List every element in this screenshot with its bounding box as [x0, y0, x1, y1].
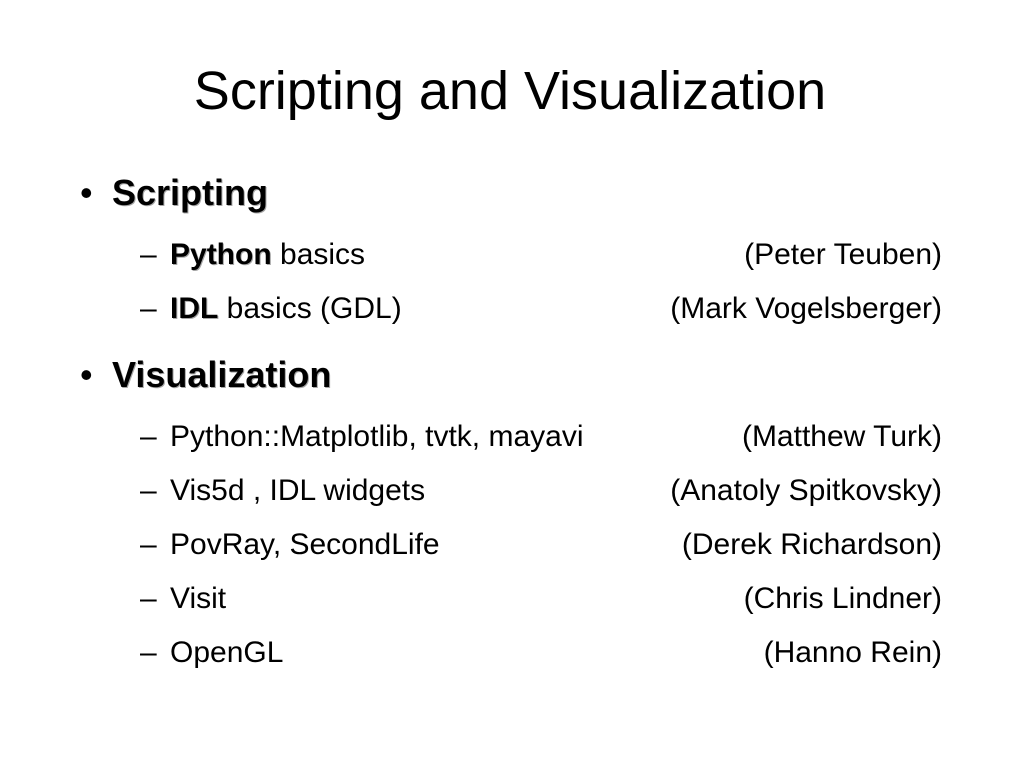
item-author: (Mark Vogelsberger) — [670, 282, 950, 336]
list-item: – OpenGL (Hanno Rein) — [140, 626, 950, 680]
item-topic-rest: basics — [272, 238, 365, 271]
item-author: (Hanno Rein) — [764, 626, 950, 680]
list-item: – PovRay, SecondLife (Derek Richardson) — [140, 518, 950, 572]
item-author: (Derek Richardson) — [682, 518, 950, 572]
item-author: (Matthew Turk) — [742, 410, 950, 464]
section-scripting: • Scripting – Python basics (Peter Teube… — [80, 172, 950, 336]
item-topic: Visit — [170, 572, 744, 626]
item-topic-rest: Visit — [170, 582, 226, 615]
section-visualization: • Visualization – Python::Matplotlib, tv… — [80, 354, 950, 680]
list-item: – Visit (Chris Lindner) — [140, 572, 950, 626]
list-item: – Python basics (Peter Teuben) — [140, 228, 950, 282]
outline-list: • Scripting – Python basics (Peter Teube… — [80, 172, 950, 680]
slide: Scripting and Visualization • Scripting … — [0, 0, 1020, 764]
section-heading-row: • Visualization — [80, 354, 950, 396]
item-topic-rest: PovRay, SecondLife — [170, 528, 440, 561]
slide-title: Scripting and Visualization — [70, 60, 950, 122]
dash-icon: – — [140, 410, 170, 464]
list-item: – IDL basics (GDL) (Mark Vogelsberger) — [140, 282, 950, 336]
section-items: – Python basics (Peter Teuben) – IDL bas… — [140, 228, 950, 336]
dash-icon: – — [140, 464, 170, 518]
item-topic: PovRay, SecondLife — [170, 518, 682, 572]
item-author: (Chris Lindner) — [744, 572, 950, 626]
item-author: (Peter Teuben) — [744, 228, 950, 282]
item-topic-bold: Python — [170, 238, 272, 271]
item-author: (Anatoly Spitkovsky) — [670, 464, 950, 518]
item-topic-rest: OpenGL — [170, 636, 283, 669]
list-item: – Python::Matplotlib, tvtk, mayavi (Matt… — [140, 410, 950, 464]
item-topic: IDL basics (GDL) — [170, 282, 670, 336]
section-heading-row: • Scripting — [80, 172, 950, 214]
section-heading-label: Visualization — [112, 354, 331, 396]
item-topic-rest: Python::Matplotlib, tvtk, mayavi — [170, 420, 584, 453]
item-topic: OpenGL — [170, 626, 764, 680]
dash-icon: – — [140, 572, 170, 626]
item-topic: Python basics — [170, 228, 744, 282]
item-topic: Vis5d , IDL widgets — [170, 464, 670, 518]
dash-icon: – — [140, 228, 170, 282]
bullet-icon: • — [80, 172, 112, 214]
section-items: – Python::Matplotlib, tvtk, mayavi (Matt… — [140, 410, 950, 680]
item-topic: Python::Matplotlib, tvtk, mayavi — [170, 410, 742, 464]
item-topic-bold: IDL — [170, 292, 218, 325]
section-heading-label: Scripting — [112, 172, 268, 214]
item-topic-rest: Vis5d , IDL widgets — [170, 474, 425, 507]
list-item: – Vis5d , IDL widgets (Anatoly Spitkovsk… — [140, 464, 950, 518]
bullet-icon: • — [80, 354, 112, 396]
dash-icon: – — [140, 282, 170, 336]
dash-icon: – — [140, 626, 170, 680]
item-topic-rest: basics (GDL) — [218, 292, 401, 325]
dash-icon: – — [140, 518, 170, 572]
